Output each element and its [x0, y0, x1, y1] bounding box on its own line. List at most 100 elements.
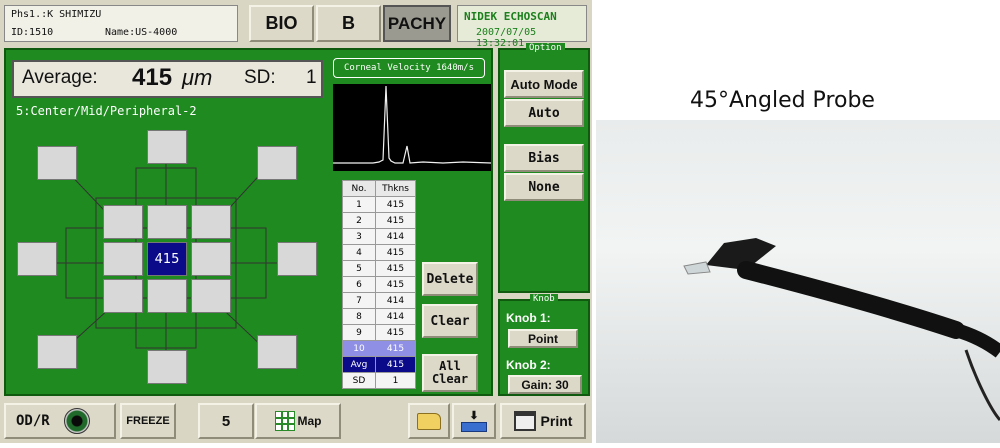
table-sd-row: SD 1	[342, 372, 416, 389]
map-point-outer-bottom[interactable]	[147, 350, 187, 384]
average-unit: μm	[182, 65, 213, 90]
row-no: 1	[342, 196, 376, 213]
echoscan-screen: Phs1.:K SHIMIZU ID:1510 Name:US-4000 BIO…	[0, 0, 592, 443]
knob-title: Knob	[530, 294, 558, 304]
table-header-thkns: Thkns	[375, 180, 416, 197]
row-thickness: 415	[375, 196, 416, 213]
mode-pachy-button[interactable]: PACHY	[383, 5, 451, 42]
table-row[interactable]: 3 414	[342, 228, 416, 245]
mode-bio-button[interactable]: BIO	[249, 5, 314, 42]
sd-label: SD:	[244, 67, 276, 88]
row-thickness: 414	[375, 228, 416, 245]
knob-panel: Knob Knob 1: Point Knob 2: Gain: 30	[498, 294, 590, 396]
knob2-label: Knob 2:	[506, 358, 551, 372]
row-no: 3	[342, 228, 376, 245]
count-map-group: 5 Map	[198, 403, 342, 439]
count-display: 5	[198, 403, 254, 439]
patient-line: Phs1.:K SHIMIZU	[11, 9, 102, 20]
row-no: 10	[342, 340, 376, 357]
folder-button[interactable]	[408, 403, 450, 439]
map-point-mid-top[interactable]	[147, 205, 187, 239]
bias-button[interactable]: Bias	[504, 144, 584, 172]
map-point-mid-right[interactable]	[191, 242, 231, 276]
measurement-panel: Average: 415 μm SD: 1 5:Center/Mid/Perip…	[4, 48, 493, 396]
map-point-outer-right[interactable]	[277, 242, 317, 276]
map-point-mid-top-left[interactable]	[103, 205, 143, 239]
table-avg-row: Avg 415	[342, 356, 416, 373]
row-thickness: 415	[375, 324, 416, 341]
probe-caption: 45°Angled Probe	[690, 88, 875, 113]
brand-box: NIDEK ECHOSCAN 2007/07/05 13:32:01	[457, 5, 587, 49]
eye-label: OD/R	[16, 413, 50, 429]
print-button[interactable]: Print	[500, 403, 586, 439]
sd-row-label: SD	[342, 372, 376, 389]
average-box: Average: 415 μm SD: 1	[12, 60, 323, 98]
all-clear-button[interactable]: All Clear	[422, 354, 478, 392]
row-no: 6	[342, 276, 376, 293]
map-point-outer-top-right[interactable]	[257, 146, 297, 180]
none-button[interactable]: None	[504, 173, 584, 201]
map-point-outer-bottom-right[interactable]	[257, 335, 297, 369]
map-point-center[interactable]: 415	[147, 242, 187, 276]
waveform-display	[333, 84, 491, 171]
thickness-table: No. Thkns 1 415 2 415 3 414 4 415 5 415 6 415 7…	[342, 180, 416, 389]
eye-icon	[63, 408, 90, 434]
avg-label: Avg	[342, 356, 376, 373]
table-row[interactable]: 2 415	[342, 212, 416, 229]
map-point-outer-top[interactable]	[147, 130, 187, 164]
map-point-mid-top-right[interactable]	[191, 205, 231, 239]
printer-icon	[513, 411, 536, 431]
row-thickness: 415	[375, 340, 416, 357]
row-thickness: 414	[375, 308, 416, 325]
average-label: Average:	[22, 67, 98, 88]
avg-value: 415	[375, 356, 416, 373]
print-label: Print	[540, 413, 573, 429]
knob2-value[interactable]: Gain: 30	[508, 375, 582, 394]
row-no: 2	[342, 212, 376, 229]
option-title: Option	[526, 43, 565, 53]
row-no: 5	[342, 260, 376, 277]
sd-value: 1	[306, 67, 317, 88]
delete-button[interactable]: Delete	[422, 262, 478, 296]
table-row-selected[interactable]: 10 415	[342, 340, 416, 357]
eye-select-button[interactable]: OD/R	[4, 403, 116, 439]
mode-b-button[interactable]: B	[316, 5, 381, 42]
angled-probe-photo	[596, 120, 1000, 443]
usb-drive-icon	[461, 421, 487, 432]
auto-mode-button[interactable]: Auto Mode	[504, 70, 584, 98]
patient-name: Name:US-4000	[105, 27, 178, 38]
table-row[interactable]: 7 414	[342, 292, 416, 309]
table-row[interactable]: 5 415	[342, 260, 416, 277]
brand-name: NIDEK ECHOSCAN	[464, 10, 557, 23]
knob1-label: Knob 1:	[506, 311, 551, 325]
map-point-outer-left[interactable]	[17, 242, 57, 276]
map-point-mid-left[interactable]	[103, 242, 143, 276]
auto-button[interactable]: Auto	[504, 99, 584, 127]
table-row[interactable]: 4 415	[342, 244, 416, 261]
freeze-button[interactable]: FREEZE	[120, 403, 176, 439]
knob1-value[interactable]: Point	[508, 329, 578, 348]
table-row[interactable]: 9 415	[342, 324, 416, 341]
row-no: 9	[342, 324, 376, 341]
map-point-mid-bottom-left[interactable]	[103, 279, 143, 313]
all-clear-line2: Clear	[431, 372, 469, 386]
clear-button[interactable]: Clear	[422, 304, 478, 338]
usb-save-button[interactable]: ⬇	[452, 403, 496, 439]
option-panel: Option Auto Mode Auto Bias None	[498, 43, 590, 293]
row-thickness: 415	[375, 276, 416, 293]
map-point-outer-top-left[interactable]	[37, 146, 77, 180]
download-arrow-icon: ⬇	[469, 409, 479, 422]
patient-info-box: Phs1.:K SHIMIZU ID:1510 Name:US-4000	[4, 5, 238, 42]
row-thickness: 415	[375, 244, 416, 261]
table-row[interactable]: 6 415	[342, 276, 416, 293]
patient-id: ID:1510	[11, 27, 54, 38]
map-button[interactable]: Map	[255, 403, 341, 439]
table-row[interactable]: 8 414	[342, 308, 416, 325]
probe-illustration	[683, 238, 1000, 422]
map-point-mid-bottom[interactable]	[147, 279, 187, 313]
map-point-mid-bottom-right[interactable]	[191, 279, 231, 313]
table-row[interactable]: 1 415	[342, 196, 416, 213]
average-value: 415	[132, 64, 173, 91]
corneal-velocity: Corneal Velocity 1640m/s	[333, 58, 485, 78]
map-point-outer-bottom-left[interactable]	[37, 335, 77, 369]
